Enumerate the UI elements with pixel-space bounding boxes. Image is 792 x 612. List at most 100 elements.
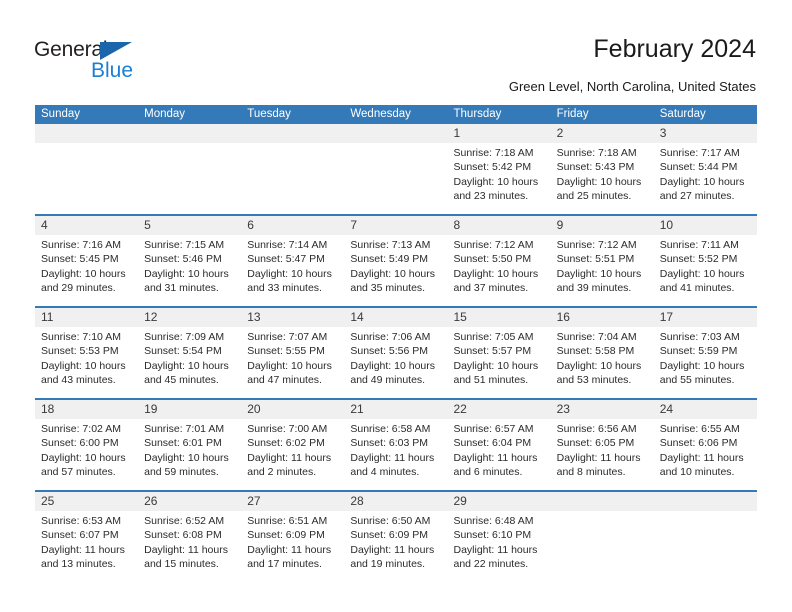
- daylight-text: Daylight: 10 hours and 41 minutes.: [659, 267, 745, 295]
- day-cell[interactable]: Sunrise: 6:58 AM Sunset: 6:03 PM Daylight:…: [344, 419, 447, 490]
- daylight-text: Daylight: 11 hours and 10 minutes.: [659, 451, 744, 479]
- day-cell[interactable]: Sunrise: 6:52 AM Sunset: 6:08 PM Daylight:…: [138, 511, 241, 582]
- daylight-text: Daylight: 10 hours and 51 minutes.: [453, 359, 539, 387]
- day-number-empty: [241, 124, 344, 143]
- calendar-week-daynumbers: 18 19 20 21 22 23 24: [35, 400, 757, 419]
- day-cell[interactable]: Sunrise: 6:56 AM Sunset: 6:05 PM Daylight:…: [551, 419, 654, 490]
- day-cell[interactable]: Sunrise: 7:05 AM Sunset: 5:57 PM Daylight:…: [448, 327, 551, 398]
- calendar-week-row: 25 26 27 28 29 Sunrise: 6:53 AM Sunset: 6:07 P…: [35, 490, 757, 582]
- sunset-text: Sunset: 6:01 PM: [144, 437, 222, 450]
- day-number[interactable]: 4: [35, 216, 138, 235]
- day-cell[interactable]: Sunrise: 7:03 AM Sunset: 5:59 PM Daylight:…: [654, 327, 757, 398]
- daylight-text: Daylight: 10 hours and 53 minutes.: [556, 359, 642, 387]
- day-cell-empty: [551, 511, 654, 582]
- daylight-text: Daylight: 10 hours and 25 minutes.: [556, 175, 642, 203]
- sunset-text: Sunset: 5:43 PM: [556, 161, 635, 174]
- day-cell[interactable]: Sunrise: 6:55 AM Sunset: 6:06 PM Daylight:…: [654, 419, 757, 490]
- day-number-empty: [138, 124, 241, 143]
- daylight-text: Daylight: 11 hours and 15 minutes.: [144, 543, 228, 571]
- day-number-empty: [344, 124, 447, 143]
- day-number[interactable]: 12: [138, 308, 241, 327]
- day-number[interactable]: 24: [654, 400, 757, 419]
- daylight-text: Daylight: 10 hours and 35 minutes.: [350, 267, 436, 295]
- daylight-text: Daylight: 11 hours and 8 minutes.: [556, 451, 641, 479]
- day-cell[interactable]: Sunrise: 7:18 AM Sunset: 5:42 PM Daylight:…: [448, 143, 551, 214]
- day-cell[interactable]: Sunrise: 7:12 AM Sunset: 5:51 PM Daylight:…: [551, 235, 654, 306]
- daylight-text: Daylight: 10 hours and 59 minutes.: [144, 451, 229, 479]
- weekday-header-row: Sunday Monday Tuesday Wednesday Thursday…: [35, 105, 757, 124]
- daylight-text: Daylight: 11 hours and 6 minutes.: [453, 451, 538, 479]
- day-cell-empty: [138, 143, 241, 214]
- day-number[interactable]: 25: [35, 492, 138, 511]
- day-number[interactable]: 16: [551, 308, 654, 327]
- day-number[interactable]: 17: [654, 308, 757, 327]
- day-cell[interactable]: Sunrise: 6:51 AM Sunset: 6:09 PM Daylight:…: [241, 511, 344, 582]
- daylight-text: Daylight: 10 hours and 47 minutes.: [247, 359, 332, 387]
- sunset-text: Sunset: 6:09 PM: [247, 529, 325, 542]
- day-cell[interactable]: Sunrise: 7:11 AM Sunset: 5:52 PM Daylight:…: [654, 235, 757, 306]
- day-cell[interactable]: Sunrise: 7:07 AM Sunset: 5:55 PM Daylight:…: [241, 327, 344, 398]
- day-number[interactable]: 19: [138, 400, 241, 419]
- sunrise-text: Sunrise: 6:58 AM: [350, 423, 431, 435]
- day-cell[interactable]: Sunrise: 7:10 AM Sunset: 5:53 PM Daylight:…: [35, 327, 138, 398]
- day-number[interactable]: 20: [241, 400, 344, 419]
- day-number[interactable]: 3: [654, 124, 757, 143]
- sunset-text: Sunset: 5:53 PM: [41, 345, 119, 358]
- day-cell[interactable]: Sunrise: 7:15 AM Sunset: 5:46 PM Daylight:…: [138, 235, 241, 306]
- day-number[interactable]: 18: [35, 400, 138, 419]
- day-cell[interactable]: Sunrise: 7:17 AM Sunset: 5:44 PM Daylight:…: [654, 143, 757, 214]
- day-cell[interactable]: Sunrise: 6:53 AM Sunset: 6:07 PM Daylight:…: [35, 511, 138, 582]
- daylight-text: Daylight: 10 hours and 31 minutes.: [144, 267, 229, 295]
- day-cell[interactable]: Sunrise: 7:09 AM Sunset: 5:54 PM Daylight:…: [138, 327, 241, 398]
- sunset-text: Sunset: 5:50 PM: [453, 253, 532, 266]
- day-number[interactable]: 1: [448, 124, 551, 143]
- day-cell[interactable]: Sunrise: 6:57 AM Sunset: 6:04 PM Daylight:…: [448, 419, 551, 490]
- day-cell[interactable]: Sunrise: 6:48 AM Sunset: 6:10 PM Daylight:…: [448, 511, 551, 582]
- day-number[interactable]: 10: [654, 216, 757, 235]
- day-cell[interactable]: Sunrise: 6:50 AM Sunset: 6:09 PM Daylight:…: [344, 511, 447, 582]
- day-number[interactable]: 13: [241, 308, 344, 327]
- day-number[interactable]: 14: [344, 308, 447, 327]
- sunrise-text: Sunrise: 6:48 AM: [453, 515, 534, 527]
- day-number[interactable]: 8: [448, 216, 551, 235]
- day-number[interactable]: 5: [138, 216, 241, 235]
- day-number[interactable]: 22: [448, 400, 551, 419]
- sunrise-text: Sunrise: 7:00 AM: [247, 423, 328, 435]
- day-cell[interactable]: Sunrise: 7:18 AM Sunset: 5:43 PM Daylight:…: [551, 143, 654, 214]
- day-number[interactable]: 15: [448, 308, 551, 327]
- calendar-week-daynumbers: 25 26 27 28 29: [35, 492, 757, 511]
- day-number[interactable]: 27: [241, 492, 344, 511]
- day-cell[interactable]: Sunrise: 7:06 AM Sunset: 5:56 PM Daylight:…: [344, 327, 447, 398]
- sunset-text: Sunset: 5:49 PM: [350, 253, 429, 266]
- sunrise-text: Sunrise: 7:05 AM: [453, 331, 534, 343]
- sunrise-text: Sunrise: 7:01 AM: [144, 423, 225, 435]
- day-number[interactable]: 11: [35, 308, 138, 327]
- day-cell[interactable]: Sunrise: 7:04 AM Sunset: 5:58 PM Daylight:…: [551, 327, 654, 398]
- day-number[interactable]: 21: [344, 400, 447, 419]
- day-cell[interactable]: Sunrise: 7:01 AM Sunset: 6:01 PM Daylight:…: [138, 419, 241, 490]
- calendar-week-row: 11 12 13 14 15 16 17 Sunrise: 7:10 AM Sunset: 5:…: [35, 306, 757, 398]
- day-number[interactable]: 6: [241, 216, 344, 235]
- day-cell[interactable]: Sunrise: 7:00 AM Sunset: 6:02 PM Daylight:…: [241, 419, 344, 490]
- logo-text-blue: Blue: [91, 59, 134, 82]
- day-cell[interactable]: Sunrise: 7:13 AM Sunset: 5:49 PM Daylight:…: [344, 235, 447, 306]
- sunset-text: Sunset: 6:02 PM: [247, 437, 325, 450]
- sunset-text: Sunset: 6:10 PM: [453, 529, 532, 542]
- day-cell[interactable]: Sunrise: 7:14 AM Sunset: 5:47 PM Daylight:…: [241, 235, 344, 306]
- day-number[interactable]: 28: [344, 492, 447, 511]
- logo[interactable]: General Blue: [34, 38, 154, 86]
- day-number[interactable]: 2: [551, 124, 654, 143]
- day-cell[interactable]: Sunrise: 7:12 AM Sunset: 5:50 PM Daylight:…: [448, 235, 551, 306]
- day-cell[interactable]: Sunrise: 7:16 AM Sunset: 5:45 PM Daylight:…: [35, 235, 138, 306]
- day-number[interactable]: 9: [551, 216, 654, 235]
- day-number[interactable]: 29: [448, 492, 551, 511]
- sunrise-text: Sunrise: 7:16 AM: [41, 239, 121, 251]
- daylight-text: Daylight: 11 hours and 17 minutes.: [247, 543, 332, 571]
- day-number[interactable]: 26: [138, 492, 241, 511]
- day-number[interactable]: 23: [551, 400, 654, 419]
- sunrise-text: Sunrise: 6:56 AM: [556, 423, 637, 435]
- day-number[interactable]: 7: [344, 216, 447, 235]
- calendar-week-row: 1 2 3 Sunrise: 7:18 AM Sunset: 5:42 PM Daylig…: [35, 124, 757, 214]
- sunrise-text: Sunrise: 7:14 AM: [247, 239, 328, 251]
- day-cell[interactable]: Sunrise: 7:02 AM Sunset: 6:00 PM Daylight:…: [35, 419, 138, 490]
